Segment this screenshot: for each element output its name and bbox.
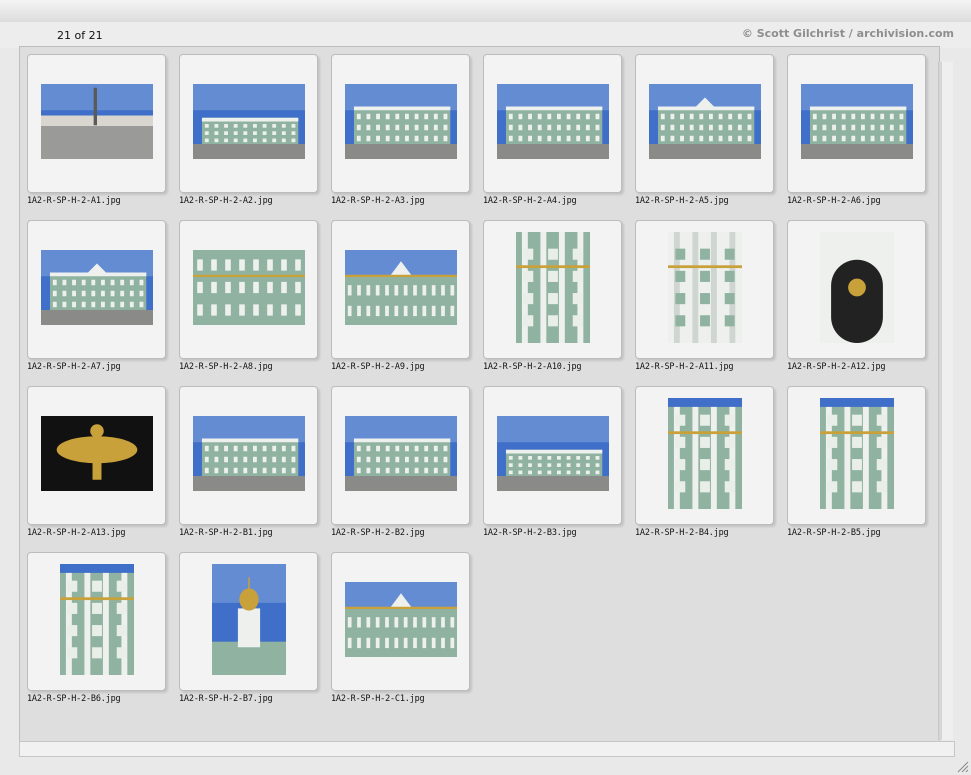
thumbnail-item[interactable]: 1A2-R-SP-H-2-C1.jpg — [324, 552, 476, 712]
thumbnail-filename: 1A2-R-SP-H-2-B4.jpg — [635, 528, 729, 538]
thumbnail-image[interactable] — [211, 564, 286, 675]
thumbnail-frame[interactable] — [179, 552, 318, 691]
thumbnail-filename: 1A2-R-SP-H-2-A9.jpg — [331, 362, 425, 372]
thumbnail-item[interactable]: 1A2-R-SP-H-2-B4.jpg — [628, 386, 780, 546]
thumbnail-filename: 1A2-R-SP-H-2-A12.jpg — [787, 362, 886, 372]
thumbnail-grid: 1A2-R-SP-H-2-A1.jpg 1A2-R-SP-H-2-A2.jpg 1A… — [19, 46, 940, 742]
thumbnail-item[interactable]: 1A2-R-SP-H-2-A8.jpg — [172, 220, 324, 380]
thumbnail-filename: 1A2-R-SP-H-2-B6.jpg — [27, 694, 121, 704]
thumbnail-image[interactable] — [496, 84, 609, 159]
thumbnail-image[interactable] — [40, 416, 153, 491]
thumbnail-frame[interactable] — [787, 386, 926, 525]
thumbnail-filename: 1A2-R-SP-H-2-A1.jpg — [27, 196, 121, 206]
thumbnail-frame[interactable] — [483, 386, 622, 525]
thumbnail-item[interactable]: 1A2-R-SP-H-2-B7.jpg — [172, 552, 324, 712]
thumbnail-frame[interactable] — [179, 54, 318, 193]
thumbnail-item[interactable]: 1A2-R-SP-H-2-A3.jpg — [324, 54, 476, 214]
thumbnail-image[interactable] — [59, 564, 134, 675]
thumbnail-item[interactable]: 1A2-R-SP-H-2-B3.jpg — [476, 386, 628, 546]
thumbnail-image[interactable] — [192, 84, 305, 159]
thumbnail-filename: 1A2-R-SP-H-2-A6.jpg — [787, 196, 881, 206]
thumbnail-frame[interactable] — [331, 54, 470, 193]
thumbnail-image[interactable] — [800, 84, 913, 159]
thumbnail-item[interactable]: 1A2-R-SP-H-2-B2.jpg — [324, 386, 476, 546]
thumbnail-filename: 1A2-R-SP-H-2-A2.jpg — [179, 196, 273, 206]
thumbnail-image[interactable] — [40, 250, 153, 325]
thumbnail-item[interactable]: 1A2-R-SP-H-2-B5.jpg — [780, 386, 932, 546]
thumbnail-filename: 1A2-R-SP-H-2-B1.jpg — [179, 528, 273, 538]
thumbnail-item[interactable]: 1A2-R-SP-H-2-A1.jpg — [20, 54, 172, 214]
thumbnail-filename: 1A2-R-SP-H-2-A7.jpg — [27, 362, 121, 372]
thumbnail-image[interactable] — [496, 416, 609, 491]
thumbnail-image[interactable] — [344, 250, 457, 325]
thumbnail-item[interactable]: 1A2-R-SP-H-2-A11.jpg — [628, 220, 780, 380]
thumbnail-item[interactable]: 1A2-R-SP-H-2-A13.jpg — [20, 386, 172, 546]
thumbnail-frame[interactable] — [483, 54, 622, 193]
thumbnail-frame[interactable] — [331, 552, 470, 691]
thumbnail-filename: 1A2-R-SP-H-2-A5.jpg — [635, 196, 729, 206]
thumbnail-frame[interactable] — [27, 386, 166, 525]
thumbnail-item[interactable]: 1A2-R-SP-H-2-A4.jpg — [476, 54, 628, 214]
thumbnail-filename: 1A2-R-SP-H-2-A13.jpg — [27, 528, 126, 538]
thumbnail-frame[interactable] — [331, 386, 470, 525]
thumbnail-filename: 1A2-R-SP-H-2-A4.jpg — [483, 196, 577, 206]
thumbnail-filename: 1A2-R-SP-H-2-A11.jpg — [635, 362, 734, 372]
thumbnail-image[interactable] — [344, 582, 457, 657]
vertical-scrollbar[interactable] — [938, 62, 953, 740]
horizontal-scrollbar[interactable] — [19, 741, 955, 757]
thumbnail-image[interactable] — [192, 250, 305, 325]
thumbnail-filename: 1A2-R-SP-H-2-B2.jpg — [331, 528, 425, 538]
copyright-credit: © Scott Gilchrist / archivision.com — [741, 27, 954, 40]
thumbnail-item[interactable]: 1A2-R-SP-H-2-A5.jpg — [628, 54, 780, 214]
thumbnail-frame[interactable] — [27, 54, 166, 193]
thumbnail-image[interactable] — [344, 84, 457, 159]
thumbnail-item[interactable]: 1A2-R-SP-H-2-A2.jpg — [172, 54, 324, 214]
thumbnail-filename: 1A2-R-SP-H-2-A3.jpg — [331, 196, 425, 206]
thumbnail-item[interactable]: 1A2-R-SP-H-2-B6.jpg — [20, 552, 172, 712]
thumbnail-image[interactable] — [40, 84, 153, 159]
thumbnail-frame[interactable] — [787, 220, 926, 359]
thumbnail-image[interactable] — [819, 232, 894, 343]
resize-grip-icon[interactable] — [955, 759, 969, 773]
image-count: 21 of 21 — [57, 29, 103, 42]
window-toolbar — [0, 0, 971, 23]
thumbnail-frame[interactable] — [179, 220, 318, 359]
thumbnail-frame[interactable] — [27, 552, 166, 691]
thumbnail-filename: 1A2-R-SP-H-2-B7.jpg — [179, 694, 273, 704]
thumbnail-filename: 1A2-R-SP-H-2-A10.jpg — [483, 362, 582, 372]
thumbnail-filename: 1A2-R-SP-H-2-C1.jpg — [331, 694, 425, 704]
thumbnail-frame[interactable] — [331, 220, 470, 359]
thumbnail-item[interactable]: 1A2-R-SP-H-2-A9.jpg — [324, 220, 476, 380]
thumbnail-image[interactable] — [819, 398, 894, 509]
thumbnail-item[interactable]: 1A2-R-SP-H-2-A6.jpg — [780, 54, 932, 214]
thumbnail-frame[interactable] — [27, 220, 166, 359]
thumbnail-filename: 1A2-R-SP-H-2-B5.jpg — [787, 528, 881, 538]
thumbnail-frame[interactable] — [635, 54, 774, 193]
thumbnail-image[interactable] — [648, 84, 761, 159]
thumbnail-item[interactable]: 1A2-R-SP-H-2-A7.jpg — [20, 220, 172, 380]
thumbnail-item[interactable]: 1A2-R-SP-H-2-B1.jpg — [172, 386, 324, 546]
thumbnail-filename: 1A2-R-SP-H-2-B3.jpg — [483, 528, 577, 538]
thumbnail-image[interactable] — [515, 232, 590, 343]
thumbnail-image[interactable] — [344, 416, 457, 491]
thumbnail-frame[interactable] — [635, 386, 774, 525]
thumbnail-frame[interactable] — [483, 220, 622, 359]
header-bar: 21 of 21 © Scott Gilchrist / archivision… — [0, 22, 971, 48]
thumbnail-frame[interactable] — [179, 386, 318, 525]
thumbnail-filename: 1A2-R-SP-H-2-A8.jpg — [179, 362, 273, 372]
thumbnail-image[interactable] — [667, 398, 742, 509]
thumbnail-image[interactable] — [667, 232, 742, 343]
thumbnail-item[interactable]: 1A2-R-SP-H-2-A12.jpg — [780, 220, 932, 380]
thumbnail-item[interactable]: 1A2-R-SP-H-2-A10.jpg — [476, 220, 628, 380]
thumbnail-frame[interactable] — [787, 54, 926, 193]
thumbnail-frame[interactable] — [635, 220, 774, 359]
thumbnail-image[interactable] — [192, 416, 305, 491]
